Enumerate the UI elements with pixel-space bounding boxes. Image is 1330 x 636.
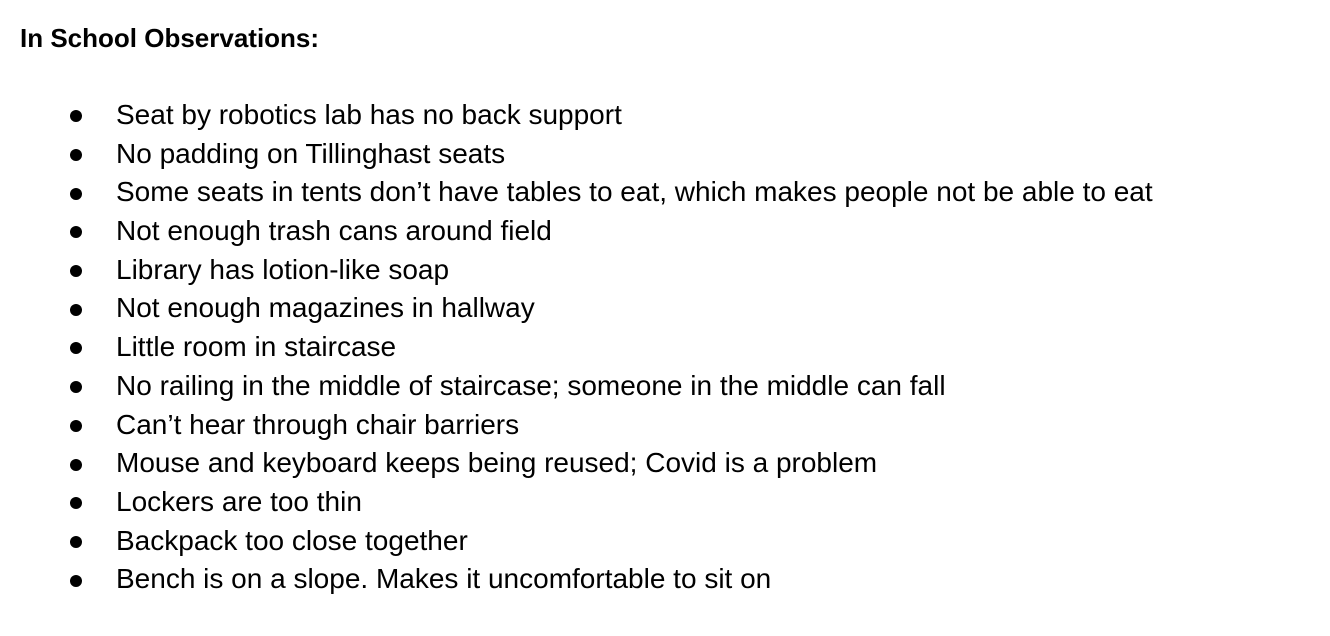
document-page: In School Observations: Seat by robotics… xyxy=(0,0,1330,636)
list-item-text: Seat by robotics lab has no back support xyxy=(116,99,622,130)
bullet-icon xyxy=(70,226,82,239)
list-item-text: Backpack too close together xyxy=(116,524,468,556)
list-item-text: Bench is on a slope. Makes it uncomforta… xyxy=(116,563,772,595)
list-item-text: No padding on Tillinghast seats xyxy=(116,137,506,169)
bullet-icon xyxy=(70,265,82,278)
bullet-icon xyxy=(70,497,82,510)
bullet-icon xyxy=(70,187,82,200)
list-item-text: Not enough magazines in hallway xyxy=(116,292,535,324)
bullet-icon xyxy=(70,303,82,316)
list-item-text: Can’t hear through chair barriers xyxy=(116,408,520,440)
bullet-icon xyxy=(70,149,82,162)
bullet-icon xyxy=(70,419,82,432)
bullet-icon xyxy=(70,574,82,587)
bullet-icon xyxy=(70,458,82,471)
bullet-icon xyxy=(70,110,82,123)
list-item-text: Little room in staircase xyxy=(116,331,397,363)
list-item-text: Lockers are too thin xyxy=(116,485,362,517)
list-item-text: Not enough trash cans around field xyxy=(116,215,552,247)
list-item-text: Library has lotion-like soap xyxy=(116,253,450,285)
list-item-text: Mouse and keyboard keeps being reused; C… xyxy=(116,447,878,479)
bullet-icon xyxy=(70,342,82,355)
list-item-text: No railing in the middle of staircase; s… xyxy=(116,369,946,401)
bullet-icon xyxy=(70,381,82,394)
list-item-text: Some seats in tents don’t have tables to… xyxy=(116,176,1153,208)
bullet-icon xyxy=(70,535,82,548)
document-heading: In School Observations: xyxy=(20,23,320,53)
